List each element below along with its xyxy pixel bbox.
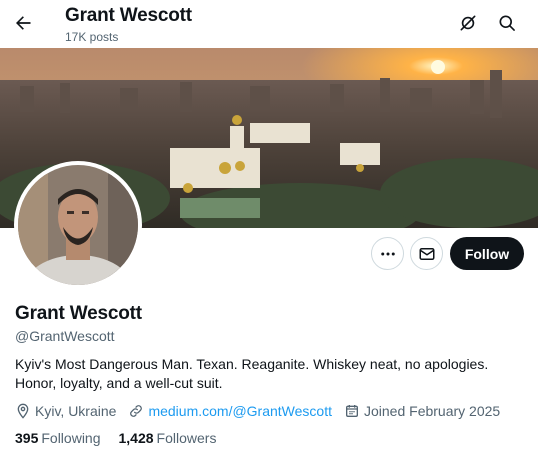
followers-label: Followers [156, 430, 217, 446]
back-button[interactable] [6, 6, 40, 40]
calendar-icon [346, 405, 358, 417]
message-button[interactable] [410, 237, 443, 270]
link-icon [130, 405, 143, 417]
following-count: 395 [15, 430, 39, 446]
search-button[interactable] [491, 7, 523, 39]
arrow-left-icon [16, 16, 31, 30]
follow-button[interactable]: Follow [450, 237, 524, 270]
post-count: 17K posts [65, 30, 119, 44]
profile-name: Grant Wescott [15, 303, 142, 324]
mail-icon [419, 247, 434, 260]
following-link[interactable]: 395 Following [15, 430, 101, 446]
profile-meta: Kyiv, Ukraine medium.com/@GrantWescott J… [15, 402, 512, 420]
header-title: Grant Wescott [65, 5, 192, 26]
joined-text: Joined February 2025 [364, 403, 501, 419]
joined-item: Joined February 2025 [344, 403, 500, 419]
more-icon [380, 252, 395, 255]
location-item: Kyiv, Ukraine [15, 403, 116, 419]
avatar[interactable] [14, 161, 142, 289]
website-item[interactable]: medium.com/@GrantWescott [128, 403, 332, 419]
grok-button[interactable] [452, 7, 484, 39]
follow-stats: 395 Following 1,428 Followers [15, 430, 234, 446]
grok-icon [460, 15, 476, 31]
location-icon [17, 403, 29, 419]
more-button[interactable] [371, 237, 404, 270]
profile-bio: Kyiv's Most Dangerous Man. Texan. Reagan… [15, 356, 489, 391]
website-link[interactable]: medium.com/@GrantWescott [148, 403, 332, 419]
followers-count: 1,428 [118, 430, 154, 446]
profile-handle: @GrantWescott [15, 328, 115, 344]
profile-photo [18, 165, 138, 285]
location-text: Kyiv, Ukraine [35, 403, 117, 419]
following-label: Following [41, 430, 101, 446]
top-bar: Grant Wescott 17K posts [0, 0, 538, 48]
search-icon [499, 15, 515, 31]
followers-link[interactable]: 1,428 Followers [119, 430, 217, 446]
